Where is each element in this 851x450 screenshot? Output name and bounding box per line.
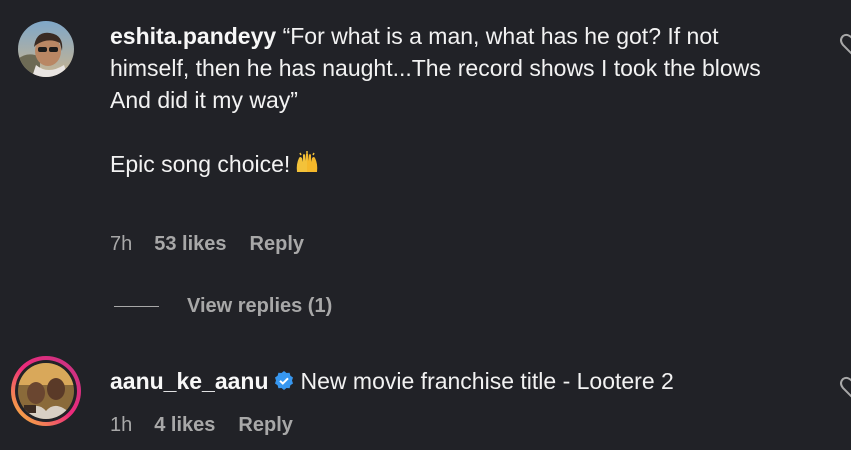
- heart-icon[interactable]: [839, 375, 851, 401]
- verified-badge-icon: [273, 368, 295, 400]
- heart-icon[interactable]: [839, 32, 851, 58]
- view-replies-label: View replies (1): [187, 295, 333, 317]
- reply-button[interactable]: Reply: [250, 233, 304, 256]
- comment-meta: 1h 4 likes Reply: [110, 412, 293, 438]
- comment-meta: 7h 53 likes Reply: [110, 231, 304, 257]
- avatar[interactable]: [18, 21, 74, 77]
- view-replies-button[interactable]: View replies (1): [114, 295, 332, 318]
- raising-hands-icon: [294, 150, 320, 184]
- replies-divider: [114, 306, 159, 307]
- comment-username[interactable]: aanu_ke_aanu: [110, 368, 269, 394]
- comment-username[interactable]: eshita.pandeyy: [110, 23, 276, 49]
- likes-count[interactable]: 53 likes: [154, 233, 226, 256]
- comment-timestamp: 1h: [110, 413, 133, 436]
- comment-body: aanu_ke_aanu New movie franchise title -…: [110, 365, 810, 400]
- avatar[interactable]: [10, 355, 82, 427]
- likes-count[interactable]: 4 likes: [154, 414, 215, 437]
- comment-text: New movie franchise title - Lootere 2: [300, 368, 674, 394]
- reply-button[interactable]: Reply: [238, 414, 292, 437]
- comment-timestamp: 7h: [110, 232, 133, 255]
- comment-body: eshita.pandeyy “For what is a man, what …: [110, 20, 800, 184]
